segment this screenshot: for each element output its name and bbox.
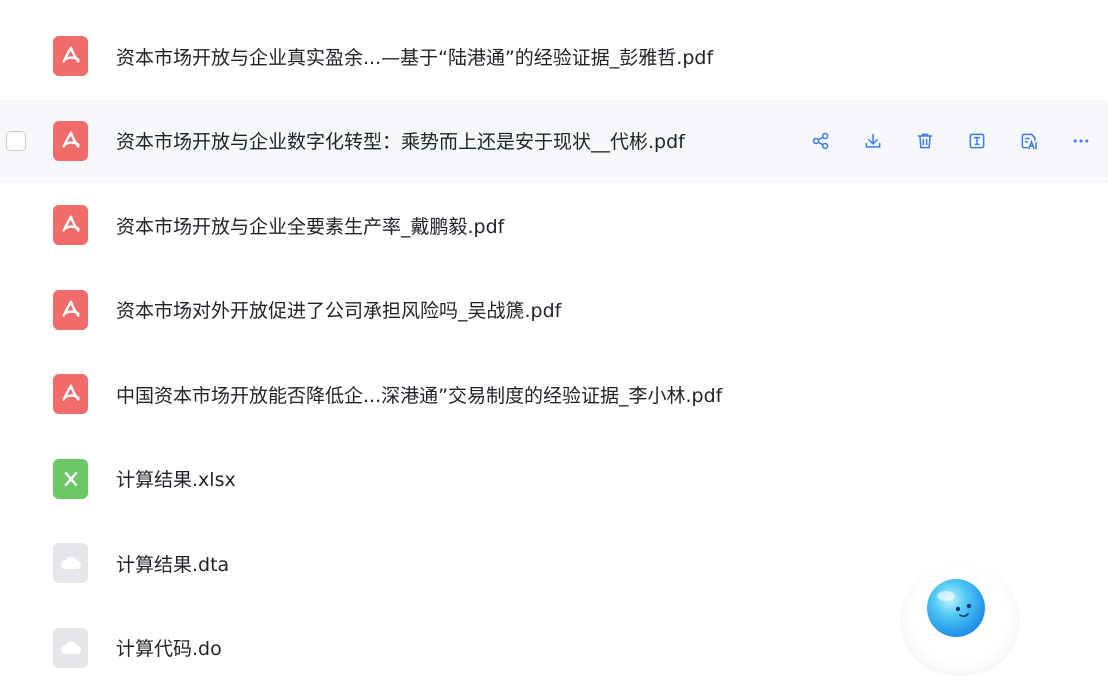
file-row[interactable]: 计算结果.xlsx [0, 437, 1108, 522]
ai-read-icon[interactable] [1018, 130, 1040, 152]
file-name[interactable]: 资本市场对外开放促进了公司承担风险吗_吴战篪.pdf [116, 296, 561, 323]
file-row[interactable]: 资本市场开放与企业全要素生产率_戴鹏毅.pdf [0, 183, 1108, 268]
pdf-file-icon [53, 36, 88, 76]
ai-assistant-avatar-icon [924, 576, 988, 640]
file-name[interactable]: 中国资本市场开放能否降低企...深港通”交易制度的经验证据_李小林.pdf [116, 381, 722, 408]
cloud-file-icon [53, 543, 88, 583]
cloud-file-icon [53, 628, 88, 668]
pdf-file-icon [53, 374, 88, 414]
file-name[interactable]: 计算结果.xlsx [116, 465, 236, 492]
ai-assistant-button[interactable] [900, 566, 1020, 676]
row-actions [810, 130, 1092, 152]
select-checkbox[interactable] [6, 131, 26, 151]
excel-file-icon [53, 459, 88, 499]
file-row[interactable]: 中国资本市场开放能否降低企...深港通”交易制度的经验证据_李小林.pdf [0, 352, 1108, 437]
file-row[interactable]: 资本市场对外开放促进了公司承担风险吗_吴战篪.pdf [0, 268, 1108, 353]
file-name[interactable]: 计算结果.dta [116, 550, 229, 577]
rename-icon[interactable] [966, 130, 988, 152]
pdf-file-icon [53, 121, 88, 161]
file-name[interactable]: 资本市场开放与企业全要素生产率_戴鹏毅.pdf [116, 212, 504, 239]
file-name[interactable]: 资本市场开放与企业真实盈余...—基于“陆港通”的经验证据_彭雅哲.pdf [116, 43, 713, 70]
more-icon[interactable] [1070, 130, 1092, 152]
pdf-file-icon [53, 205, 88, 245]
file-row[interactable]: 资本市场开放与企业真实盈余...—基于“陆港通”的经验证据_彭雅哲.pdf [0, 14, 1108, 99]
file-row-hovered[interactable]: 资本市场开放与企业数字化转型：乘势而上还是安于现状__代彬.pdf [0, 99, 1108, 184]
file-name[interactable]: 资本市场开放与企业数字化转型：乘势而上还是安于现状__代彬.pdf [116, 127, 685, 154]
download-icon[interactable] [862, 130, 884, 152]
share-icon[interactable] [810, 130, 832, 152]
file-name[interactable]: 计算代码.do [116, 634, 222, 661]
pdf-file-icon [53, 290, 88, 330]
trash-icon[interactable] [914, 130, 936, 152]
